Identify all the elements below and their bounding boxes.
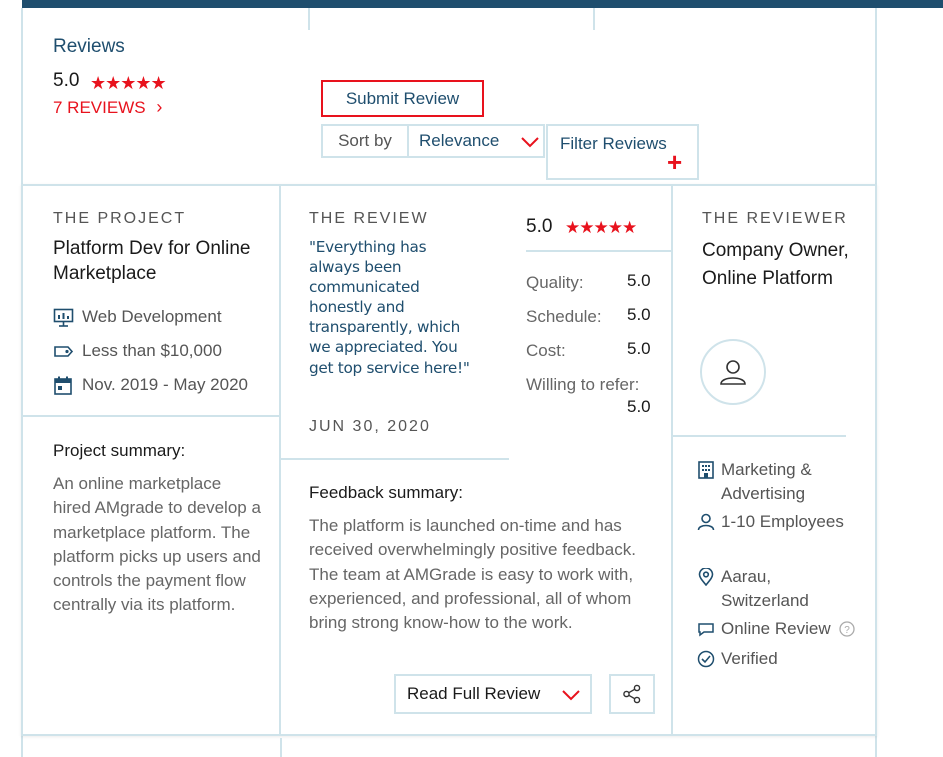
bottom-divider: [280, 738, 282, 757]
read-full-review-label: Read Full Review: [407, 684, 541, 703]
score-label: Quality:: [526, 273, 584, 292]
read-full-review-button[interactable]: Read Full Review: [394, 674, 592, 714]
budget-row: Less than $10,000: [53, 341, 222, 361]
score-value: 5.0: [627, 271, 651, 290]
divider: [673, 435, 846, 437]
industry-label: Marketing & Advertising: [721, 460, 812, 503]
project-section-label: THE PROJECT: [53, 210, 187, 227]
check-circle-icon: [697, 647, 721, 675]
monitor-icon: [53, 308, 74, 327]
submit-review-button[interactable]: Submit Review: [321, 80, 484, 117]
service-row: Web Development: [53, 307, 222, 327]
chevron-down-icon: [562, 690, 580, 701]
divider: [281, 458, 509, 460]
share-icon: [623, 684, 641, 704]
review-date: JUN 30, 2020: [309, 418, 431, 435]
sort-label: Sort by: [323, 126, 409, 156]
divider: [23, 415, 279, 417]
reviews-count-link[interactable]: 7 REVIEWS ›: [53, 97, 162, 118]
project-title: Platform Dev for Online Marketplace: [53, 238, 251, 284]
score-label: Schedule:: [526, 307, 602, 326]
project-summary-heading: Project summary:: [53, 441, 186, 460]
reviewer-title: Company Owner, Online Platform: [702, 240, 849, 289]
building-icon: [697, 458, 721, 506]
budget-label: Less than $10,000: [82, 341, 222, 360]
verified-row: Verified: [697, 647, 847, 675]
dates-label: Nov. 2019 - May 2020: [82, 375, 248, 394]
overall-stars: ★★★★★: [90, 73, 167, 94]
feedback-summary-heading: Feedback summary:: [309, 483, 463, 502]
location-label: Aarau, Switzerland: [721, 567, 809, 610]
review-type-label: Online Review: [721, 619, 831, 638]
overall-rating: 5.0: [53, 70, 80, 91]
score-value: 5.0: [627, 305, 651, 324]
top-bar: [22, 0, 943, 8]
sort-control: Sort by Relevance: [321, 124, 545, 158]
filter-reviews-button[interactable]: Filter Reviews +: [546, 124, 699, 180]
column-divider: [279, 186, 281, 734]
review-type-row: Online Review ?: [697, 617, 877, 645]
service-label: Web Development: [82, 307, 222, 326]
reviews-count-label: 7 REVIEWS: [53, 98, 146, 117]
sort-value: Relevance: [419, 131, 500, 150]
help-icon[interactable]: ?: [838, 617, 855, 645]
company-size-row: 1-10 Employees: [697, 510, 847, 538]
reviewer-section-label: THE REVIEWER: [702, 210, 848, 227]
column-divider: [671, 186, 673, 734]
review-section-label: THE REVIEW: [309, 210, 429, 227]
avatar: [700, 339, 766, 405]
chevron-right-icon: ›: [156, 97, 163, 117]
project-summary-text: An online marketplace hired AMgrade to d…: [53, 474, 261, 615]
verified-label: Verified: [721, 649, 778, 668]
feedback-summary-text: The platform is launched on-time and has…: [309, 516, 636, 633]
score-value: 5.0: [627, 397, 651, 416]
review-quote: "Everything has always been communicated…: [309, 238, 470, 377]
chevron-down-icon: [521, 137, 539, 148]
review-stars: ★★★★★: [565, 218, 637, 238]
location-row: Aarau, Switzerland: [697, 565, 847, 613]
share-button[interactable]: [609, 674, 655, 714]
review-card: THE PROJECT Platform Dev for Online Mark…: [21, 184, 877, 736]
calendar-icon: [54, 376, 72, 395]
plus-icon: +: [667, 147, 683, 177]
sort-select[interactable]: Relevance: [409, 126, 543, 156]
score-label: Willing to refer:: [526, 375, 640, 394]
filter-reviews-label: Filter Reviews: [560, 134, 667, 153]
location-pin-icon: [697, 565, 721, 613]
person-icon: [697, 510, 721, 538]
price-tag-icon: [54, 345, 74, 357]
score-value: 5.0: [627, 339, 651, 358]
score-label: Cost:: [526, 341, 566, 360]
dates-row: Nov. 2019 - May 2020: [53, 375, 248, 395]
svg-text:?: ?: [844, 625, 850, 636]
speech-bubble-icon: [697, 617, 721, 645]
industry-row: Marketing & Advertising: [697, 458, 847, 506]
review-overall-score: 5.0: [526, 216, 553, 237]
divider: [526, 250, 671, 252]
user-icon: [720, 360, 746, 385]
company-size-label: 1-10 Employees: [721, 512, 844, 531]
reviews-title: Reviews: [53, 36, 125, 57]
top-divider: [593, 8, 595, 30]
top-divider: [308, 8, 310, 30]
